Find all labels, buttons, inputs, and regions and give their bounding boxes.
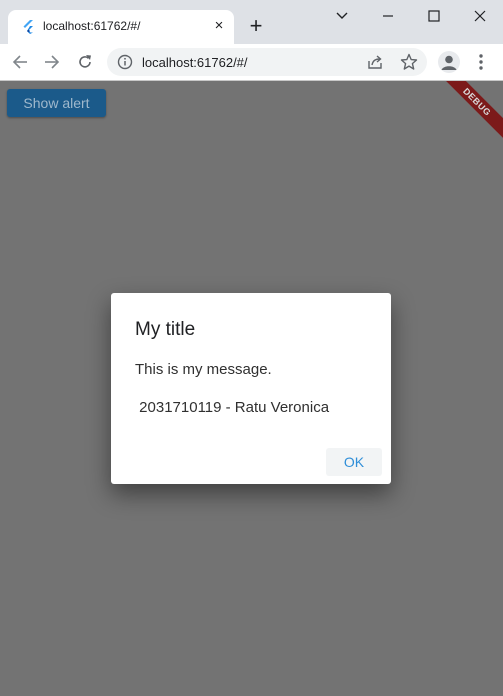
reload-icon[interactable] (73, 50, 97, 74)
ok-button[interactable]: OK (326, 448, 382, 476)
page-content: Show alert DEBUG My title This is my mes… (0, 81, 503, 696)
alert-dialog: My title This is my message. 2031710119 … (111, 293, 391, 484)
tab-title: localhost:61762/#/ (43, 19, 141, 33)
minimize-icon[interactable] (374, 6, 402, 26)
debug-banner: DEBUG (438, 81, 503, 141)
url-text[interactable]: localhost:61762/#/ (142, 55, 248, 70)
profile-icon[interactable] (438, 51, 460, 73)
plus-icon[interactable]: + (246, 15, 266, 37)
close-icon[interactable]: × (211, 18, 227, 34)
maximize-icon[interactable] (420, 6, 448, 26)
browser-titlebar: localhost:61762/#/ × + (0, 0, 503, 44)
show-alert-button[interactable]: Show alert (7, 89, 106, 117)
window-close-icon[interactable] (466, 6, 494, 26)
info-icon[interactable] (117, 54, 133, 70)
browser-toolbar: localhost:61762/#/ (0, 44, 503, 81)
browser-tab[interactable]: localhost:61762/#/ × (8, 10, 234, 44)
back-arrow-icon[interactable] (8, 50, 32, 74)
menu-dots-icon[interactable] (472, 52, 490, 72)
dialog-title: My title (135, 319, 196, 340)
dialog-message: This is my message. (135, 361, 272, 378)
dialog-detail-text: 2031710119 - Ratu Veronica (135, 399, 330, 416)
forward-arrow-icon[interactable] (40, 50, 64, 74)
share-icon[interactable] (367, 54, 385, 70)
address-bar[interactable]: localhost:61762/#/ (107, 48, 427, 76)
chevron-down-icon[interactable] (328, 6, 356, 26)
flutter-favicon-icon (23, 20, 33, 34)
star-icon[interactable] (400, 53, 418, 71)
